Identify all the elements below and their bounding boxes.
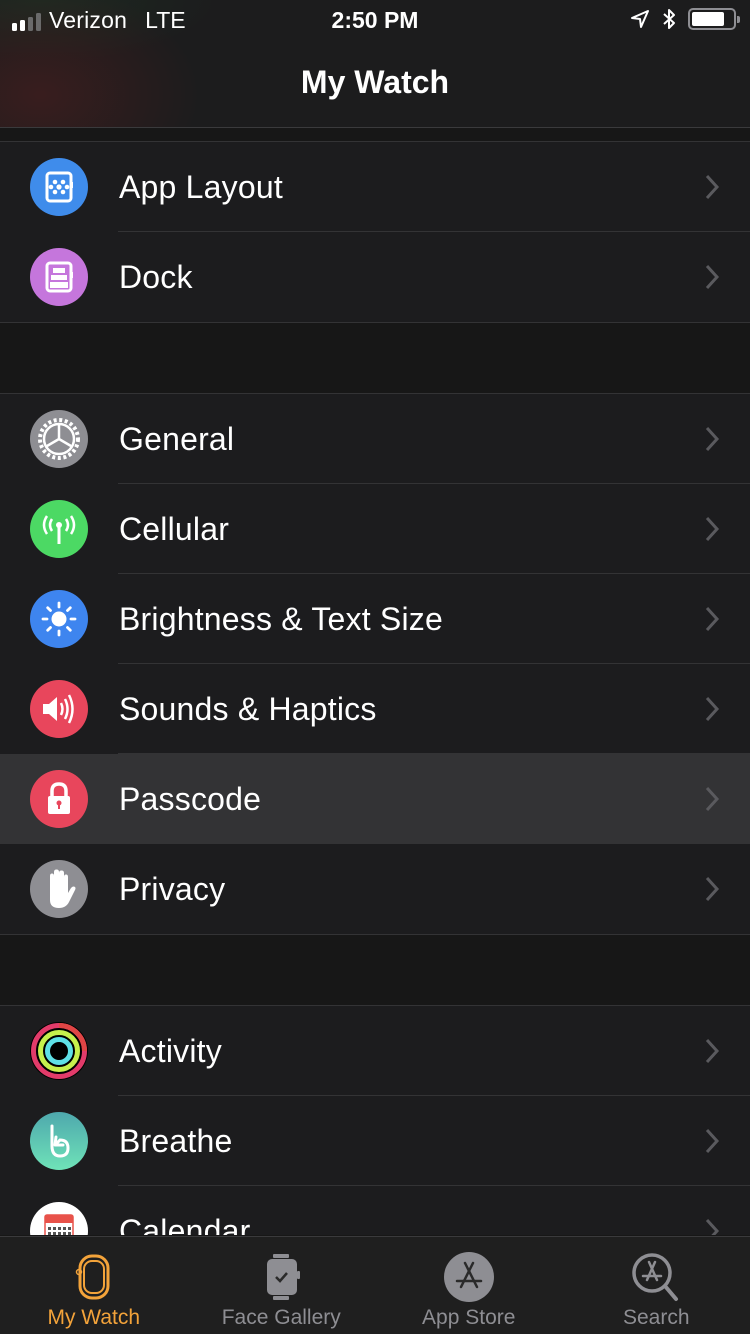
- row-passcode[interactable]: Passcode: [0, 754, 750, 844]
- row-cellular[interactable]: Cellular: [0, 484, 750, 574]
- row-label: Cellular: [119, 511, 230, 547]
- status-bar: Verizon LTE 2:50 PM: [0, 0, 750, 40]
- calendar-icon: [30, 1202, 88, 1235]
- row-label: Activity: [119, 1033, 222, 1069]
- row-app-layout[interactable]: App Layout: [0, 142, 750, 232]
- row-breathe[interactable]: Breathe: [0, 1096, 750, 1186]
- location-icon: [631, 10, 649, 28]
- page-title: My Watch: [300, 64, 450, 100]
- hand-icon: [30, 860, 88, 918]
- settings-group-apps: Activity Breathe Calendar: [0, 1005, 750, 1235]
- face-gallery-icon: [253, 1249, 309, 1305]
- row-label: Passcode: [119, 781, 262, 817]
- search-icon: [628, 1249, 684, 1305]
- header: Verizon LTE 2:50 PM My Watch: [0, 0, 750, 128]
- antenna-icon: [30, 500, 88, 558]
- speaker-icon: [30, 680, 88, 738]
- row-label: Sounds & Haptics: [119, 691, 377, 727]
- settings-group-system: General Cellular Brightness & Text Size …: [0, 393, 750, 935]
- row-general[interactable]: General: [0, 394, 750, 484]
- settings-group-layout: App Layout Dock: [0, 141, 750, 323]
- row-sounds-haptics[interactable]: Sounds & Haptics: [0, 664, 750, 754]
- chevron-right-icon: [705, 174, 720, 200]
- tab-label: Search: [622, 1306, 690, 1329]
- row-activity[interactable]: Activity: [0, 1006, 750, 1096]
- tab-app-store[interactable]: App Store: [375, 1237, 563, 1334]
- row-calendar[interactable]: Calendar: [0, 1186, 750, 1235]
- dock-icon: [30, 248, 88, 306]
- tab-face-gallery[interactable]: Face Gallery: [188, 1237, 376, 1334]
- tab-label: App Store: [422, 1306, 516, 1329]
- battery-icon: [688, 8, 740, 30]
- app-layout-icon: [30, 158, 88, 216]
- app-store-icon: [441, 1249, 497, 1305]
- chevron-right-icon: [705, 786, 720, 812]
- breathe-icon: [30, 1112, 88, 1170]
- row-privacy[interactable]: Privacy: [0, 844, 750, 934]
- tab-label: Face Gallery: [221, 1306, 341, 1329]
- chevron-right-icon: [705, 696, 720, 722]
- tab-search[interactable]: Search: [563, 1237, 750, 1334]
- row-label: General: [119, 421, 235, 457]
- chevron-right-icon: [705, 1128, 720, 1154]
- row-label: Brightness & Text Size: [119, 601, 443, 637]
- chevron-right-icon: [705, 426, 720, 452]
- row-label: Breathe: [119, 1123, 233, 1159]
- chevron-right-icon: [705, 876, 720, 902]
- activity-rings-icon: [30, 1022, 88, 1080]
- settings-list[interactable]: App Layout Dock General Cellular Brightn…: [0, 129, 750, 1235]
- row-label: App Layout: [119, 169, 283, 205]
- tab-my-watch[interactable]: My Watch: [0, 1237, 188, 1334]
- chevron-right-icon: [705, 1218, 720, 1235]
- chevron-right-icon: [705, 516, 720, 542]
- row-label: Calendar: [119, 1213, 251, 1235]
- bluetooth-icon: [663, 9, 675, 29]
- chevron-right-icon: [705, 264, 720, 290]
- tab-bar: My Watch Face Gallery App Store Search: [0, 1236, 750, 1334]
- chevron-right-icon: [705, 1038, 720, 1064]
- row-dock[interactable]: Dock: [0, 232, 750, 322]
- watch-icon: [66, 1249, 122, 1305]
- chevron-right-icon: [705, 606, 720, 632]
- row-label: Privacy: [119, 871, 226, 907]
- row-brightness[interactable]: Brightness & Text Size: [0, 574, 750, 664]
- lock-icon: [30, 770, 88, 828]
- tab-label: My Watch: [47, 1306, 141, 1329]
- sun-icon: [30, 590, 88, 648]
- row-label: Dock: [119, 259, 193, 295]
- gear-icon: [30, 410, 88, 468]
